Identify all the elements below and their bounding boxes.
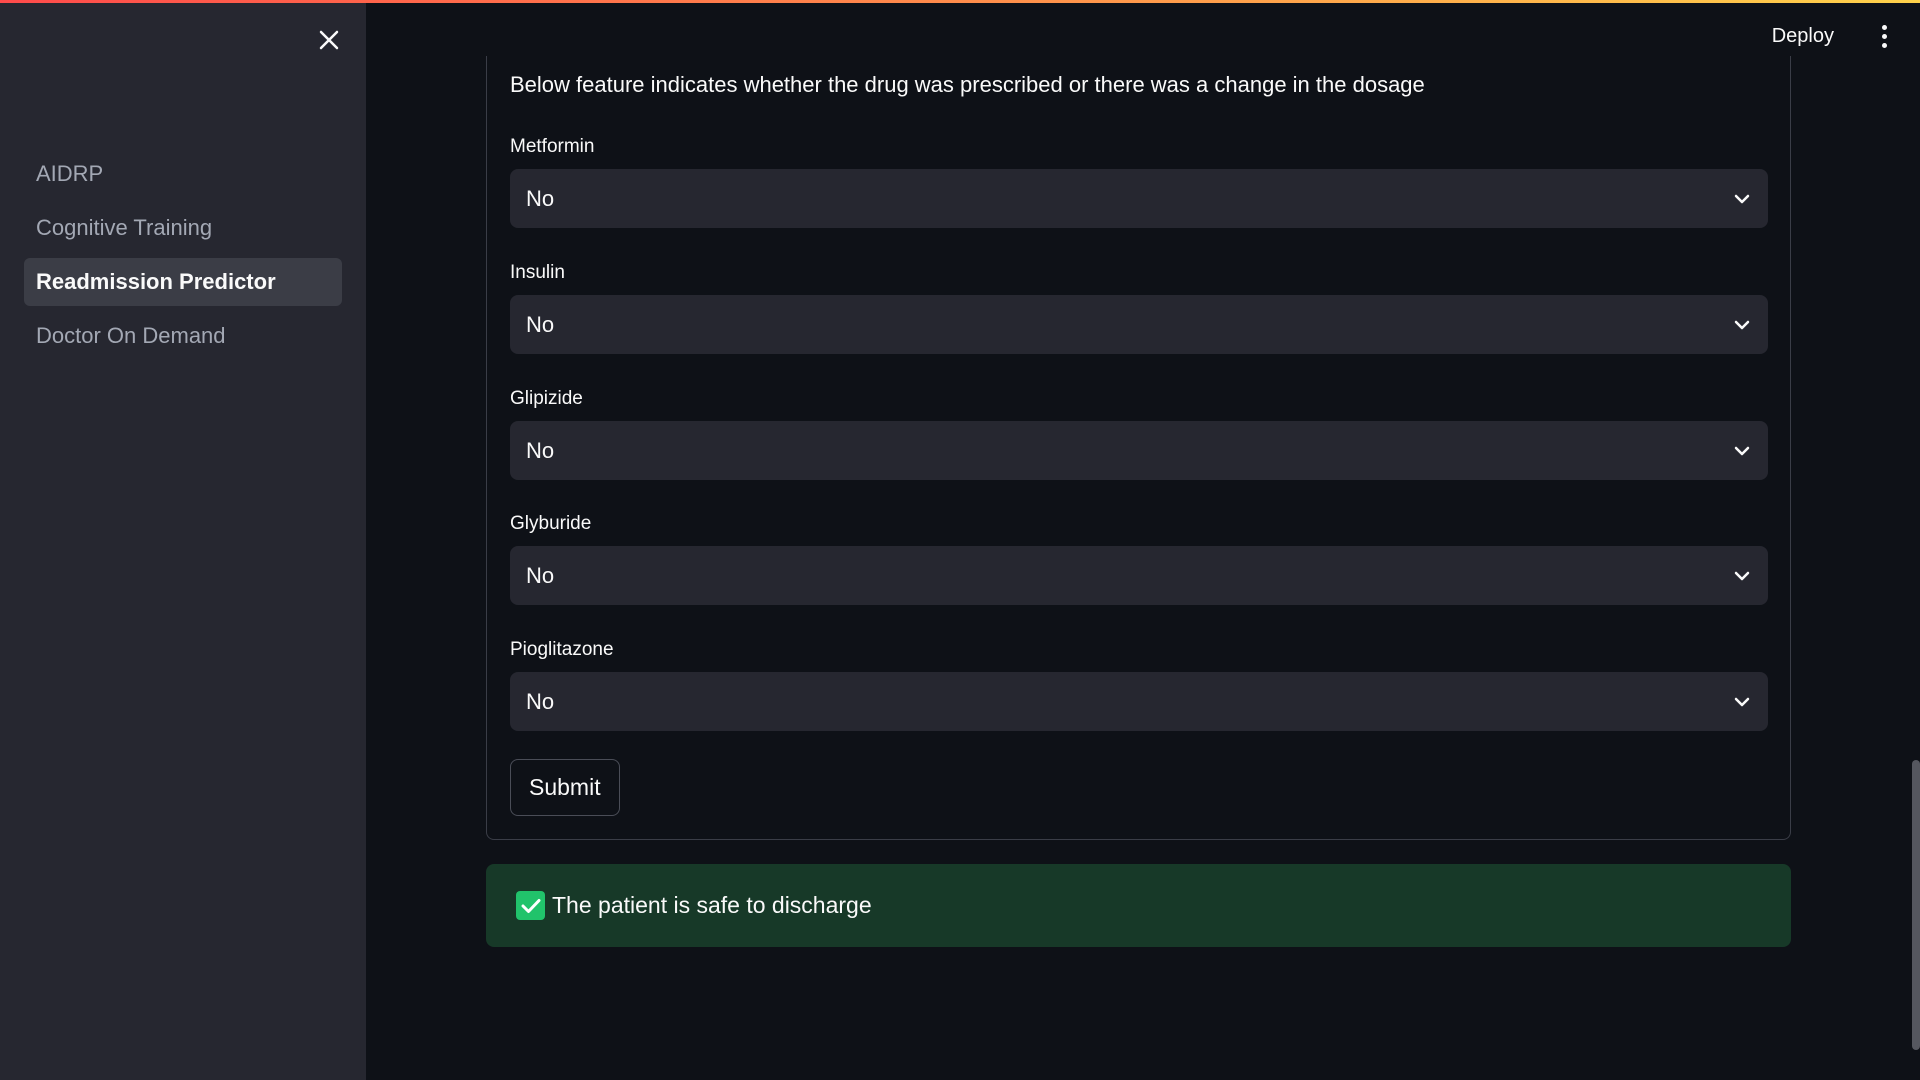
main-menu-button[interactable] — [1872, 16, 1896, 56]
sidebar-item-doctor-on-demand[interactable]: Doctor On Demand — [24, 312, 342, 360]
alert-message: The patient is safe to discharge — [552, 892, 872, 918]
field-metformin: Metformin No — [510, 136, 1768, 228]
kebab-dot-icon — [1881, 42, 1887, 48]
success-alert: The patient is safe to discharge — [486, 864, 1791, 947]
check-icon — [516, 891, 545, 920]
top-decoration-bar — [0, 0, 1920, 3]
select-value: No — [526, 688, 555, 714]
chevron-down-icon — [1732, 189, 1752, 209]
select-value: No — [526, 562, 555, 588]
drug-form: Below feature indicates whether the drug… — [486, 56, 1791, 840]
sidebar-item-cognitive-training[interactable]: Cognitive Training — [24, 204, 342, 252]
sidebar-nav: AIDRP Cognitive Training Readmission Pre… — [24, 150, 342, 366]
sidebar-item-readmission-predictor[interactable]: Readmission Predictor — [24, 258, 342, 306]
field-glyburide: Glyburide No — [510, 513, 1768, 605]
field-pioglitazone: Pioglitazone No — [510, 639, 1768, 731]
field-label: Pioglitazone — [510, 639, 614, 660]
field-label: Glipizide — [510, 388, 583, 409]
kebab-dot-icon — [1881, 33, 1887, 39]
sidebar: AIDRP Cognitive Training Readmission Pre… — [0, 0, 366, 1080]
chevron-down-icon — [1732, 441, 1752, 461]
glyburide-select[interactable]: No — [510, 546, 1768, 605]
pioglitazone-select[interactable]: No — [510, 672, 1768, 731]
close-sidebar-button[interactable] — [315, 26, 343, 54]
chevron-down-icon — [1732, 566, 1752, 586]
chevron-down-icon — [1732, 692, 1752, 712]
glipizide-select[interactable]: No — [510, 421, 1768, 480]
sidebar-item-aidrp[interactable]: AIDRP — [24, 150, 342, 198]
kebab-dot-icon — [1881, 24, 1887, 30]
metformin-select[interactable]: No — [510, 169, 1768, 228]
field-insulin: Insulin No — [510, 262, 1768, 354]
field-glipizide: Glipizide No — [510, 388, 1768, 480]
header-actions: Deploy — [1772, 0, 1920, 72]
chevron-down-icon — [1732, 315, 1752, 335]
close-icon — [319, 30, 339, 50]
deploy-button[interactable]: Deploy — [1772, 25, 1834, 48]
field-label: Insulin — [510, 262, 565, 283]
insulin-select[interactable]: No — [510, 295, 1768, 354]
form-intro-text: Below feature indicates whether the drug… — [510, 72, 1425, 97]
field-label: Glyburide — [510, 513, 592, 534]
select-value: No — [526, 437, 555, 463]
scrollbar-thumb[interactable] — [1912, 760, 1920, 1050]
submit-button[interactable]: Submit — [510, 759, 620, 816]
field-label: Metformin — [510, 136, 595, 157]
select-value: No — [526, 311, 555, 337]
select-value: No — [526, 185, 555, 211]
